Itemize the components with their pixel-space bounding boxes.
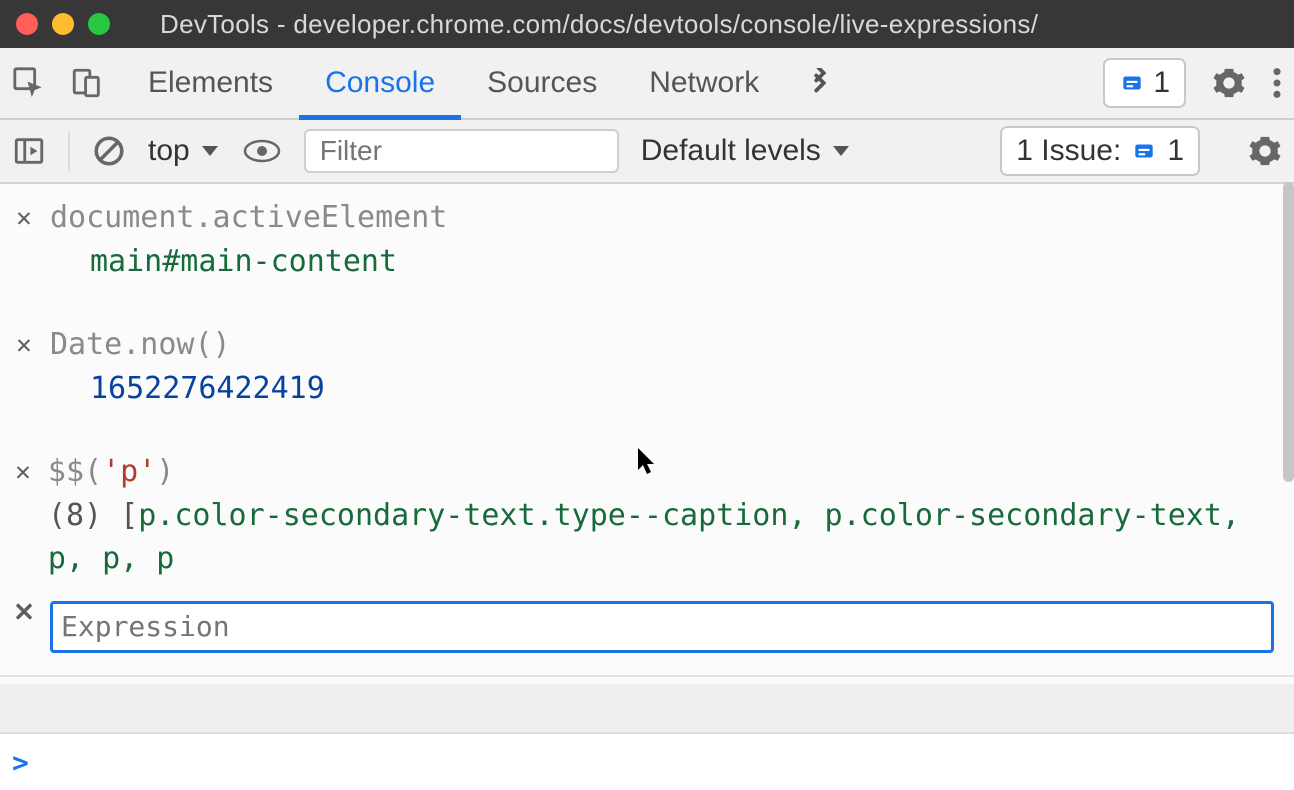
issues-label: 1 Issue: bbox=[1016, 134, 1121, 168]
window-titlebar: DevTools - developer.chrome.com/docs/dev… bbox=[0, 0, 1294, 48]
filter-input-wrap[interactable] bbox=[304, 129, 619, 173]
chevron-down-icon bbox=[831, 144, 851, 158]
inspect-element-icon[interactable] bbox=[12, 66, 46, 100]
vertical-scrollbar[interactable] bbox=[1283, 182, 1294, 482]
expression-source[interactable]: document.activeElement bbox=[50, 200, 447, 235]
live-expression-icon[interactable] bbox=[242, 137, 282, 165]
divider bbox=[0, 675, 1294, 677]
prompt-chevron-icon: > bbox=[12, 746, 29, 779]
expression-result[interactable]: main#main-content bbox=[50, 240, 447, 284]
console-toolbar: top Default levels 1 Issue: 1 bbox=[0, 120, 1294, 184]
issues-badge[interactable]: 1 bbox=[1103, 58, 1186, 108]
levels-label: Default levels bbox=[641, 134, 821, 168]
clear-console-icon[interactable] bbox=[92, 134, 126, 168]
remove-expression-button[interactable]: ✕ bbox=[10, 196, 38, 238]
new-expression-input[interactable] bbox=[50, 601, 1274, 653]
live-expressions-area: ✕ document.activeElement main#main-conte… bbox=[0, 184, 1294, 684]
maximize-window-button[interactable] bbox=[88, 13, 110, 35]
tab-console[interactable]: Console bbox=[299, 48, 461, 118]
live-expression-row: ✕ bbox=[0, 593, 1294, 661]
remove-expression-button[interactable]: ✕ bbox=[10, 450, 36, 492]
issue-icon bbox=[1119, 70, 1145, 96]
issues-button[interactable]: 1 Issue: 1 bbox=[1000, 126, 1200, 176]
expression-result[interactable]: 1652276422419 bbox=[50, 367, 325, 411]
close-window-button[interactable] bbox=[16, 13, 38, 35]
more-tabs-button[interactable] bbox=[785, 48, 855, 118]
traffic-lights bbox=[16, 13, 110, 35]
minimize-window-button[interactable] bbox=[52, 13, 74, 35]
live-expression-row: ✕ $$('p') (8) [p.color-secondary-text.ty… bbox=[0, 438, 1294, 593]
live-expression-row: ✕ document.activeElement main#main-conte… bbox=[0, 184, 1294, 295]
issues-badge-count: 1 bbox=[1153, 66, 1170, 100]
remove-expression-button[interactable]: ✕ bbox=[10, 593, 38, 628]
window-title: DevTools - developer.chrome.com/docs/dev… bbox=[160, 9, 1038, 40]
console-settings-icon[interactable] bbox=[1248, 134, 1282, 168]
issue-icon bbox=[1131, 138, 1157, 164]
live-expression-row: ✕ Date.now() 1652276422419 bbox=[0, 311, 1294, 422]
filter-input[interactable] bbox=[320, 135, 603, 167]
more-options-icon[interactable] bbox=[1272, 66, 1282, 100]
log-levels-select[interactable]: Default levels bbox=[641, 134, 851, 168]
execution-context-select[interactable]: top bbox=[148, 134, 220, 168]
tab-elements[interactable]: Elements bbox=[122, 48, 299, 118]
issues-count: 1 bbox=[1167, 134, 1184, 168]
expression-source[interactable]: $$('p') bbox=[48, 454, 174, 489]
expression-source[interactable]: Date.now() bbox=[50, 327, 231, 362]
tab-network[interactable]: Network bbox=[623, 48, 785, 118]
context-label: top bbox=[148, 134, 190, 168]
remove-expression-button[interactable]: ✕ bbox=[10, 323, 38, 365]
sidebar-toggle-icon[interactable] bbox=[12, 134, 46, 168]
settings-icon[interactable] bbox=[1212, 66, 1246, 100]
panel-tabs: Elements Console Sources Network bbox=[122, 48, 855, 118]
console-prompt[interactable]: > bbox=[0, 732, 1294, 790]
devtools-tabbar: Elements Console Sources Network 1 bbox=[0, 48, 1294, 120]
device-toolbar-icon[interactable] bbox=[70, 66, 104, 100]
tab-sources[interactable]: Sources bbox=[461, 48, 623, 118]
expression-result[interactable]: (8) [p.color-secondary-text.type--captio… bbox=[48, 498, 1240, 577]
chevron-down-icon bbox=[200, 144, 220, 158]
